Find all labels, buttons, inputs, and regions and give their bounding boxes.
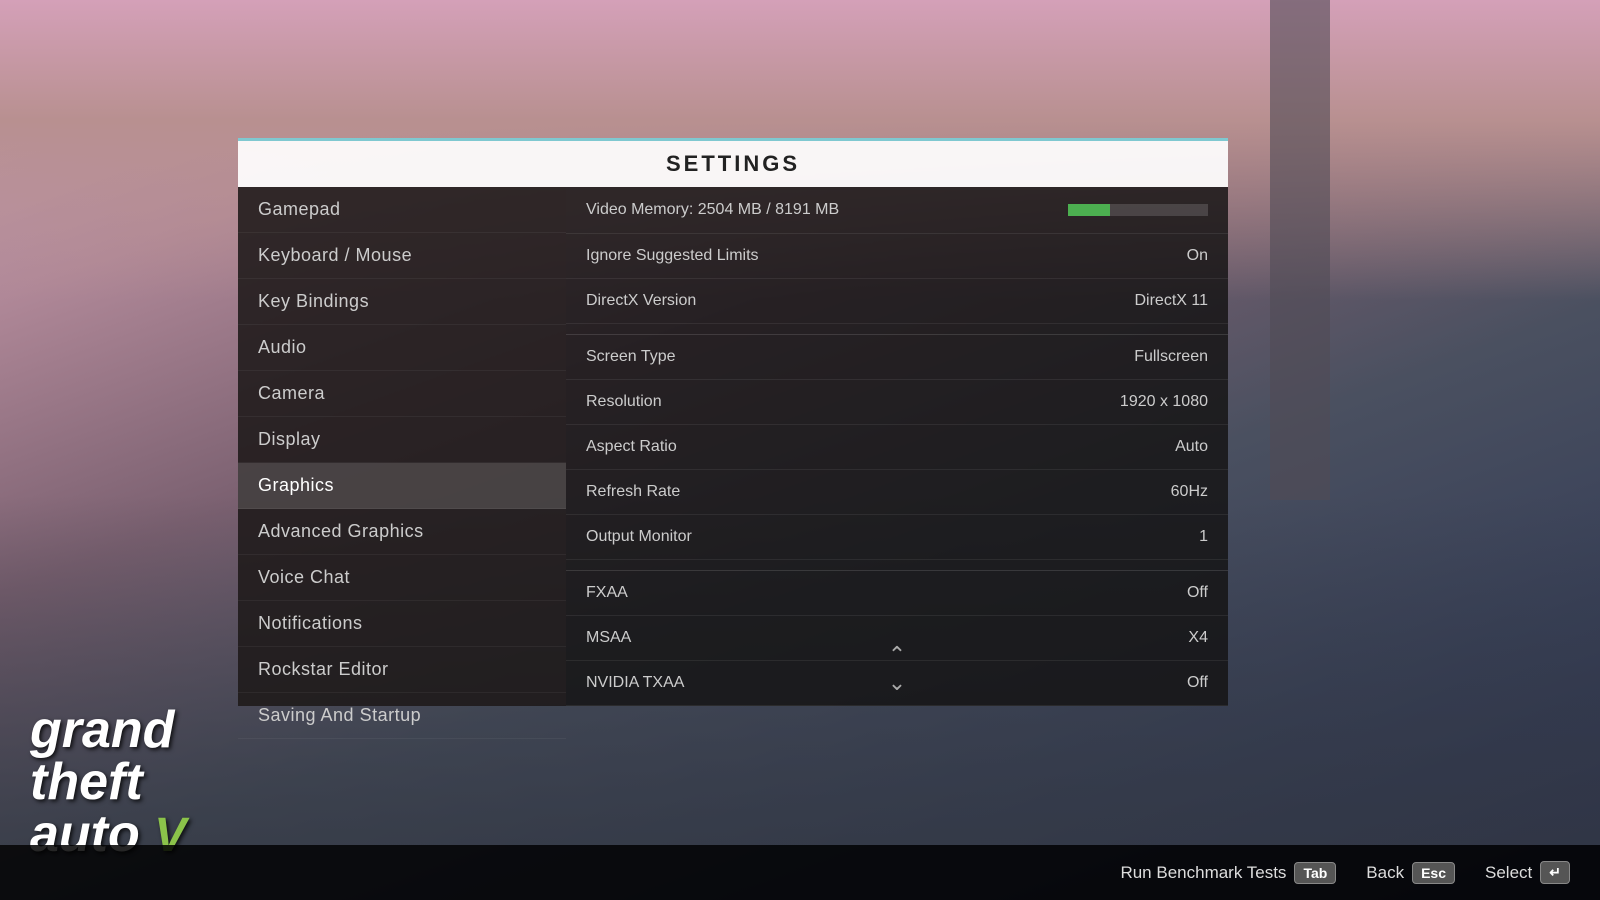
sidebar-item-camera[interactable]: Camera: [238, 371, 566, 417]
settings-modal: SETTINGS Gamepad Keyboard / Mouse Key Bi…: [238, 138, 1228, 710]
sidebar-item-audio[interactable]: Audio: [238, 325, 566, 371]
setting-label: Ignore Suggested Limits: [586, 247, 1187, 265]
settings-title: SETTINGS: [238, 141, 1228, 187]
setting-label: Screen Type: [586, 348, 1134, 366]
scroll-indicator: ⌃ ⌄: [888, 642, 906, 696]
sidebar-item-graphics[interactable]: Graphics: [238, 463, 566, 509]
select-action[interactable]: Select ↵: [1485, 861, 1570, 884]
sidebar-item-notifications[interactable]: Notifications: [238, 601, 566, 647]
memory-row: Video Memory: 2504 MB / 8191 MB: [566, 187, 1228, 234]
setting-label: DirectX Version: [586, 292, 1134, 310]
gta-logo: grand theft auto V: [30, 704, 186, 860]
memory-bar: [1068, 204, 1208, 216]
setting-label: Resolution: [586, 393, 1120, 411]
sidebar-item-key-bindings[interactable]: Key Bindings: [238, 279, 566, 325]
setting-label: FXAA: [586, 584, 1187, 602]
select-label: Select: [1485, 863, 1532, 883]
setting-value: 1: [1199, 528, 1208, 546]
sidebar-item-rockstar-editor[interactable]: Rockstar Editor: [238, 647, 566, 693]
tower-decoration: [1270, 0, 1330, 500]
setting-row-resolution[interactable]: Resolution 1920 x 1080: [566, 380, 1228, 425]
benchmark-label: Run Benchmark Tests: [1120, 863, 1286, 883]
setting-value: Off: [1187, 584, 1208, 602]
setting-value: Fullscreen: [1134, 348, 1208, 366]
sidebar-item-gamepad[interactable]: Gamepad: [238, 187, 566, 233]
setting-row-directx[interactable]: DirectX Version DirectX 11: [566, 279, 1228, 324]
sidebar-item-keyboard-mouse[interactable]: Keyboard / Mouse: [238, 233, 566, 279]
memory-bar-fill: [1068, 204, 1110, 216]
setting-label: Refresh Rate: [586, 483, 1171, 501]
back-key: Esc: [1412, 862, 1455, 884]
setting-row-screen-type[interactable]: Screen Type Fullscreen: [566, 334, 1228, 380]
setting-value: On: [1187, 247, 1208, 265]
settings-body: Gamepad Keyboard / Mouse Key Bindings Au…: [238, 187, 1228, 706]
sidebar-item-display[interactable]: Display: [238, 417, 566, 463]
setting-row-refresh-rate[interactable]: Refresh Rate 60Hz: [566, 470, 1228, 515]
back-label: Back: [1366, 863, 1404, 883]
sidebar-item-voice-chat[interactable]: Voice Chat: [238, 555, 566, 601]
sidebar: Gamepad Keyboard / Mouse Key Bindings Au…: [238, 187, 566, 706]
setting-row-ignore-suggested[interactable]: Ignore Suggested Limits On: [566, 234, 1228, 279]
setting-value: Auto: [1175, 438, 1208, 456]
sidebar-item-advanced-graphics[interactable]: Advanced Graphics: [238, 509, 566, 555]
benchmark-key: Tab: [1294, 862, 1336, 884]
sidebar-item-saving-startup[interactable]: Saving And Startup: [238, 693, 566, 739]
select-key: ↵: [1540, 861, 1570, 884]
setting-value: X4: [1188, 629, 1208, 647]
setting-value: DirectX 11: [1134, 292, 1208, 310]
setting-value: 60Hz: [1171, 483, 1208, 501]
setting-row-aspect-ratio[interactable]: Aspect Ratio Auto: [566, 425, 1228, 470]
bottom-bar: Run Benchmark Tests Tab Back Esc Select …: [0, 845, 1600, 900]
setting-row-fxaa[interactable]: FXAA Off: [566, 570, 1228, 616]
setting-row-output-monitor[interactable]: Output Monitor 1: [566, 515, 1228, 560]
setting-label: Output Monitor: [586, 528, 1199, 546]
benchmark-action[interactable]: Run Benchmark Tests Tab: [1120, 862, 1336, 884]
setting-value: 1920 x 1080: [1120, 393, 1208, 411]
setting-label: NVIDIA TXAA: [586, 674, 1187, 692]
setting-value: Off: [1187, 674, 1208, 692]
memory-label: Video Memory: 2504 MB / 8191 MB: [586, 201, 1068, 219]
back-action[interactable]: Back Esc: [1366, 862, 1455, 884]
main-content: Video Memory: 2504 MB / 8191 MB Ignore S…: [566, 187, 1228, 706]
setting-label: Aspect Ratio: [586, 438, 1175, 456]
